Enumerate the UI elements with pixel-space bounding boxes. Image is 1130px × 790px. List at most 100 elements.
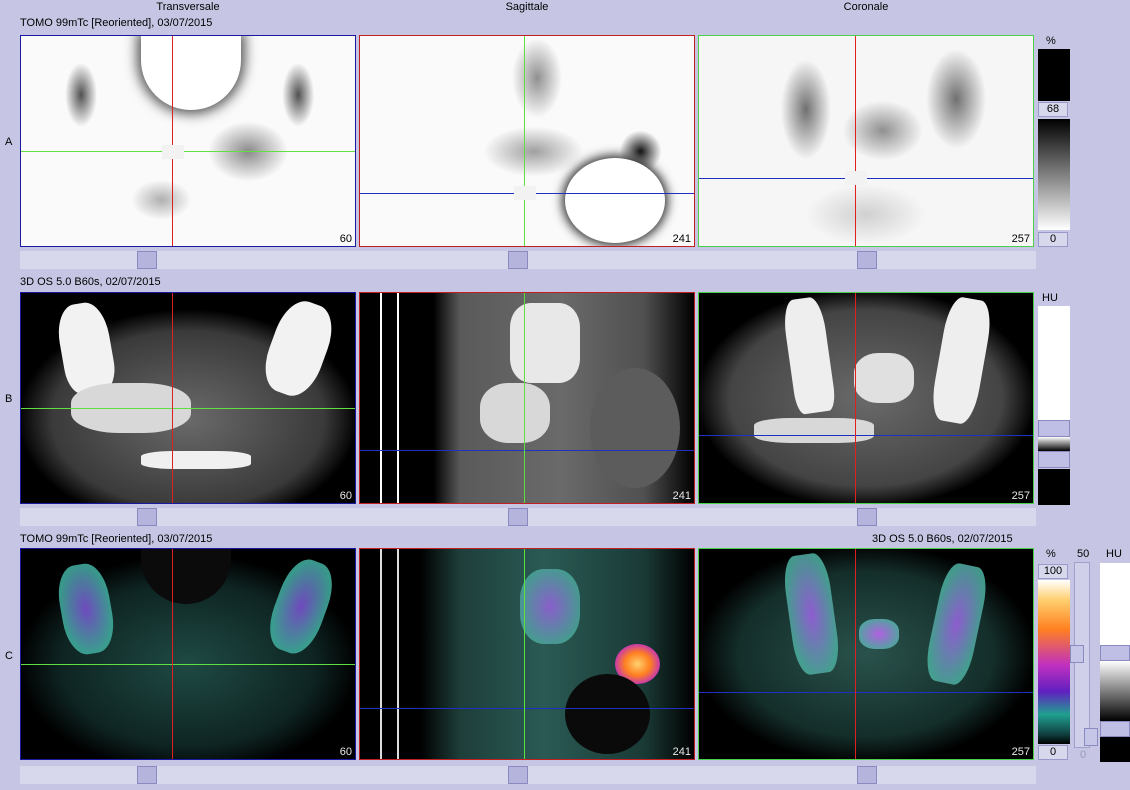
- transversal-slice-slider-a[interactable]: [137, 251, 157, 269]
- fusion-coronal-view[interactable]: 257: [698, 548, 1034, 760]
- bladder: [590, 368, 680, 488]
- scan-line: [380, 549, 382, 759]
- sacral-bone-lower: [480, 383, 550, 443]
- sacral-uptake: [859, 619, 899, 649]
- iliac-bone-right: [53, 299, 119, 397]
- fusion-mix-bottom-label: 0: [1080, 749, 1087, 761]
- slice-number: 60: [339, 490, 352, 502]
- series-label-fusion-left: TOMO 99mTc [Reoriented], 03/07/2015: [20, 533, 213, 545]
- series-label-ct: 3D OS 5.0 B60s, 02/07/2015: [20, 276, 161, 288]
- pet-colorbar-unit: %: [1046, 35, 1056, 47]
- acetabulum-bone: [754, 418, 874, 443]
- ct-colorbar-unit: HU: [1042, 292, 1058, 304]
- pet-colorbar-min[interactable]: 0: [1038, 232, 1068, 247]
- pet-colorbar[interactable]: [1038, 119, 1070, 230]
- bladder-hotspot: [565, 158, 665, 243]
- iliac-uptake-right: [53, 560, 119, 658]
- row-label-c: C: [5, 650, 13, 662]
- crosshair-horizontal: [21, 151, 355, 152]
- scan-line: [397, 293, 399, 503]
- iliac-uptake-left: [261, 553, 341, 660]
- slice-number: 241: [672, 746, 691, 758]
- pet-colorbar-max[interactable]: 68: [1038, 102, 1068, 117]
- sacral-bone: [510, 303, 580, 383]
- sagittal-slice-slider-b[interactable]: [508, 508, 528, 526]
- ct-sagittal-view[interactable]: 241: [359, 292, 695, 504]
- transversal-slice-slider-c[interactable]: [137, 766, 157, 784]
- fusion-ct-colorbar[interactable]: [1100, 661, 1130, 721]
- row-a-slider-bar: [20, 251, 1036, 269]
- fusion-mix-thumb[interactable]: [1070, 645, 1084, 663]
- sacrum-bone: [854, 353, 914, 403]
- transversal-slice-slider-b[interactable]: [137, 508, 157, 526]
- pet-sagittal-view[interactable]: 241: [359, 35, 695, 247]
- ct-coronal-view[interactable]: 257: [698, 292, 1034, 504]
- iliac-uptake-right: [780, 551, 843, 677]
- fusion-mix-thumb-lower[interactable]: [1084, 728, 1098, 746]
- coronal-slice-slider-b[interactable]: [857, 508, 877, 526]
- fusion-pet-colorbar-min[interactable]: 0: [1038, 745, 1068, 760]
- ct-window-handle-bottom[interactable]: [1038, 451, 1070, 468]
- fusion-pet-colorbar[interactable]: [1038, 580, 1070, 744]
- fusion-ct-window-bottom: [1100, 737, 1130, 762]
- crosshair-horizontal: [21, 408, 355, 409]
- crosshair-center-gap: [162, 145, 184, 159]
- fusion-pet-colorbar-max[interactable]: 100: [1038, 564, 1068, 579]
- crosshair-vertical: [172, 549, 173, 759]
- pet-window-top: [1038, 49, 1070, 101]
- crosshair-horizontal: [699, 435, 1033, 436]
- slice-number: 60: [339, 746, 352, 758]
- row-label-b: B: [5, 393, 13, 405]
- sacral-uptake: [520, 569, 580, 644]
- iliac-uptake-left: [922, 560, 991, 688]
- ct-window-bottom: [1038, 469, 1070, 505]
- fusion-ct-window-handle-top[interactable]: [1100, 645, 1130, 661]
- fusion-ct-window-handle-bottom[interactable]: [1100, 721, 1130, 737]
- column-header-transversal: Transversale: [156, 1, 220, 13]
- ct-colorbar[interactable]: [1038, 437, 1070, 451]
- scan-line: [397, 549, 399, 759]
- crosshair-horizontal: [21, 664, 355, 665]
- pet-transversal-view[interactable]: 60: [20, 35, 356, 247]
- ct-window-handle-top[interactable]: [1038, 420, 1070, 437]
- slice-number: 60: [339, 233, 352, 245]
- crosshair-horizontal: [360, 450, 694, 451]
- slice-number: 257: [1011, 490, 1030, 502]
- column-header-coronal: Coronale: [843, 1, 889, 13]
- ct-window-top: [1038, 306, 1070, 420]
- fusion-sagittal-view[interactable]: 241: [359, 548, 695, 760]
- series-label-pet: TOMO 99mTc [Reoriented], 03/07/2015: [20, 17, 213, 29]
- iliac-bone-left: [928, 295, 995, 426]
- bladder-region: [141, 549, 231, 604]
- slice-number: 257: [1011, 233, 1030, 245]
- fusion-ct-colorbar-unit: HU: [1106, 548, 1122, 560]
- crosshair-vertical: [855, 293, 856, 503]
- coronal-slice-slider-c[interactable]: [857, 766, 877, 784]
- crosshair-vertical: [172, 36, 173, 246]
- bladder-region: [565, 674, 650, 754]
- coccyx-bone: [141, 451, 251, 469]
- sagittal-slice-slider-a[interactable]: [508, 251, 528, 269]
- crosshair-vertical: [524, 36, 525, 246]
- coronal-slice-slider-a[interactable]: [857, 251, 877, 269]
- crosshair-vertical: [855, 36, 856, 246]
- crosshair-center-gap: [514, 186, 536, 200]
- row-c-slider-bar: [20, 766, 1036, 784]
- crosshair-center-gap: [845, 171, 867, 185]
- crosshair-vertical: [524, 549, 525, 759]
- row-b-slider-bar: [20, 508, 1036, 526]
- series-label-fusion-right: 3D OS 5.0 B60s, 02/07/2015: [872, 533, 1013, 545]
- pet-coronal-view[interactable]: 257: [698, 35, 1034, 247]
- ct-transversal-view[interactable]: 60: [20, 292, 356, 504]
- slice-number: 241: [672, 233, 691, 245]
- sagittal-slice-slider-c[interactable]: [508, 766, 528, 784]
- crosshair-horizontal: [360, 708, 694, 709]
- fusion-ct-window-top: [1100, 563, 1130, 645]
- crosshair-vertical: [172, 293, 173, 503]
- scan-line: [380, 293, 382, 503]
- crosshair-vertical: [855, 549, 856, 759]
- crosshair-horizontal: [699, 692, 1033, 693]
- bladder-hotspot: [141, 36, 241, 110]
- fusion-transversal-view[interactable]: 60: [20, 548, 356, 760]
- crosshair-vertical: [524, 293, 525, 503]
